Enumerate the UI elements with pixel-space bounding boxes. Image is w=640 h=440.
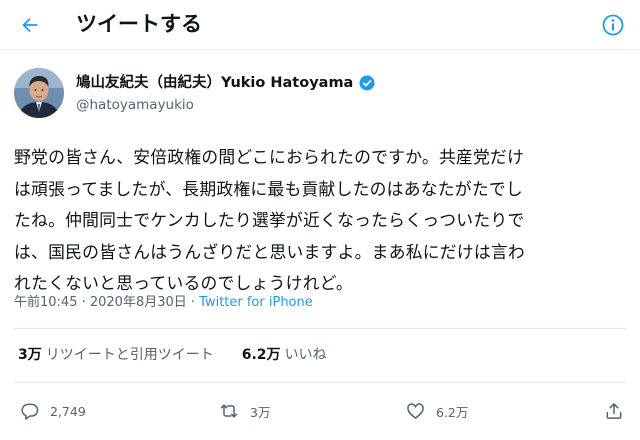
heart-icon <box>407 403 424 419</box>
engagement-stats: 3万 リツイートと引用ツイート 6.2万 いいね <box>18 346 327 364</box>
tweet-line: は、国民の皆さんはうんざりだと思いますよ。まあ私にだけは言わ <box>14 241 525 262</box>
source-link[interactable]: Twitter for iPhone <box>199 295 313 310</box>
retweets-stat[interactable]: 3万 リツイートと引用ツイート <box>18 346 214 364</box>
verified-badge-icon <box>359 75 375 91</box>
reply-icon <box>21 403 39 420</box>
likes-stat[interactable]: 6.2万 いいね <box>242 346 327 364</box>
divider <box>14 382 626 383</box>
reply-count: 2,749 <box>50 403 86 419</box>
tweet-body: 野党の皆さん、安倍政権の間どこにおられたのですか。共産党だけ は頑張ってましたが… <box>14 142 630 300</box>
likes-count: 6.2万 <box>241 347 281 363</box>
tweet-line: は頑張ってましたが、長期政権に最も貢献したのはあなたがたでし <box>14 178 523 199</box>
tweet-line: たね。仲間同士でケンカしたり選挙が近くなったらくっついたりで <box>14 210 525 230</box>
tweet-line: 野党の皆さん、安倍政権の間どこにおられたのですか。共産党だけ <box>14 147 525 167</box>
info-icon <box>602 14 624 36</box>
author-handle[interactable]: @hatoyamayukio <box>76 96 194 114</box>
back-button[interactable] <box>14 9 46 41</box>
profile-photo-icon <box>14 68 64 118</box>
likes-label: いいね <box>284 347 327 363</box>
avatar[interactable] <box>14 68 64 118</box>
share-icon <box>606 403 622 419</box>
like-button[interactable]: 6.2万 <box>405 397 468 425</box>
page-title: ツイートする <box>76 12 202 36</box>
retweet-icon <box>220 404 238 418</box>
timestamp[interactable]: 午前10:45 · 2020年8月30日 · <box>14 295 199 310</box>
author-name[interactable]: 鳩山友紀夫（由紀夫）Yukio Hatoyama <box>76 73 376 93</box>
back-arrow-icon <box>22 17 38 33</box>
divider <box>14 328 626 329</box>
author-name-text: 鳩山友紀夫（由紀夫）Yukio Hatoyama <box>76 75 354 91</box>
retweets-label: リツイートと引用ツイート <box>45 347 214 363</box>
retweet-count: 3万 <box>250 404 271 420</box>
like-count: 6.2万 <box>436 404 469 420</box>
reply-button[interactable]: 2,749 <box>20 397 86 425</box>
info-button[interactable] <box>598 10 628 40</box>
retweets-count: 3万 <box>18 347 42 363</box>
tweet-metadata: 午前10:45 · 2020年8月30日 · Twitter for iPhon… <box>14 294 313 312</box>
top-bar: ツイートする <box>0 0 640 50</box>
retweet-button[interactable]: 3万 <box>218 397 270 425</box>
share-button[interactable] <box>604 397 624 425</box>
action-bar: 2,749 3万 6.2万 <box>0 397 640 425</box>
